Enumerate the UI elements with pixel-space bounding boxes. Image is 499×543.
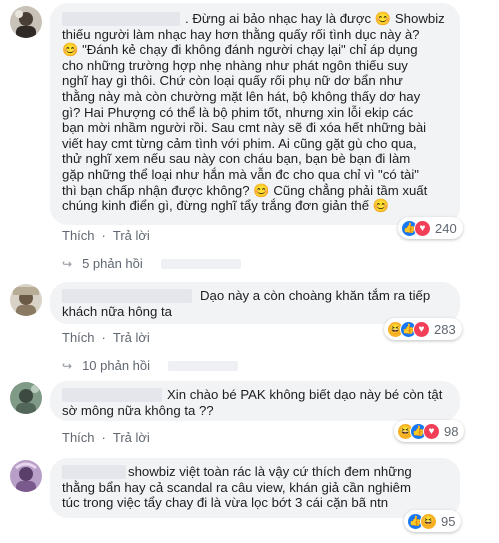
replies-count: 5 phản hồi <box>82 256 143 271</box>
separator-dot: · <box>101 228 106 243</box>
comment-text: . Đừng ai bảo nhạc hay là được 😊 Showbiz… <box>62 11 445 214</box>
comment-bubble: . Đừng ai bảo nhạc hay là được 😊 Showbiz… <box>50 3 460 225</box>
reaction-count: 95 <box>441 513 456 529</box>
reply-arrow-icon: ↪ <box>62 358 73 373</box>
like-button[interactable]: Thích <box>62 330 95 345</box>
reaction-summary[interactable]: 😆 👍 ♥ 98 <box>394 420 465 442</box>
reaction-count: 98 <box>444 423 459 439</box>
avatar-icon[interactable] <box>10 460 42 492</box>
view-replies-link[interactable]: ↪ 5 phản hồi <box>62 256 241 271</box>
haha-icon: 😆 <box>420 512 437 530</box>
comment-bubble: Xin chào bé PAK không biết dạo này bé cò… <box>50 381 460 421</box>
reply-button[interactable]: Trả lời <box>113 430 150 445</box>
reaction-count: 283 <box>434 321 456 337</box>
replies-preview <box>160 258 241 269</box>
comment-2: Dạo này a còn choàng khăn tắm ra tiếp kh… <box>0 278 499 373</box>
reaction-count: 240 <box>435 220 457 236</box>
love-icon: ♥ <box>413 320 430 338</box>
separator-dot: · <box>101 330 106 345</box>
reply-button[interactable]: Trả lời <box>113 228 150 243</box>
comment-text: Xin chào bé PAK không biết dạo này bé cò… <box>62 387 443 418</box>
comment-4: showbiz việt toàn rác là vậy cứ thích đe… <box>0 456 499 543</box>
reaction-summary[interactable]: 😆 👍 ♥ 283 <box>384 318 462 340</box>
love-icon: ♥ <box>414 219 431 237</box>
separator-dot: · <box>101 430 106 445</box>
reply-button[interactable]: Trả lời <box>113 330 150 345</box>
view-replies-link[interactable]: ↪ 10 phản hồi <box>62 358 239 373</box>
like-button[interactable]: Thích <box>62 430 95 445</box>
replies-preview <box>168 360 239 371</box>
comment-text: showbiz việt toàn rác là vậy cứ thích đe… <box>62 464 412 511</box>
replies-count: 10 phản hồi <box>82 358 151 373</box>
reply-arrow-icon: ↪ <box>62 256 73 271</box>
reaction-summary[interactable]: 👍 😆 95 <box>404 510 462 532</box>
comment-bubble: showbiz việt toàn rác là vậy cứ thích đe… <box>50 458 460 518</box>
reaction-summary[interactable]: 👍 ♥ 240 <box>398 217 463 239</box>
comment-3: Xin chào bé PAK không biết dạo này bé cò… <box>0 378 499 458</box>
avatar-icon[interactable] <box>10 6 42 38</box>
comment-text: Dạo này a còn choàng khăn tắm ra tiếp kh… <box>62 288 431 319</box>
comment-1: . Đừng ai bảo nhạc hay là được 😊 Showbiz… <box>0 0 499 280</box>
love-icon: ♥ <box>423 422 440 440</box>
avatar-icon[interactable] <box>10 284 42 316</box>
like-button[interactable]: Thích <box>62 228 95 243</box>
avatar-icon[interactable] <box>10 382 42 414</box>
